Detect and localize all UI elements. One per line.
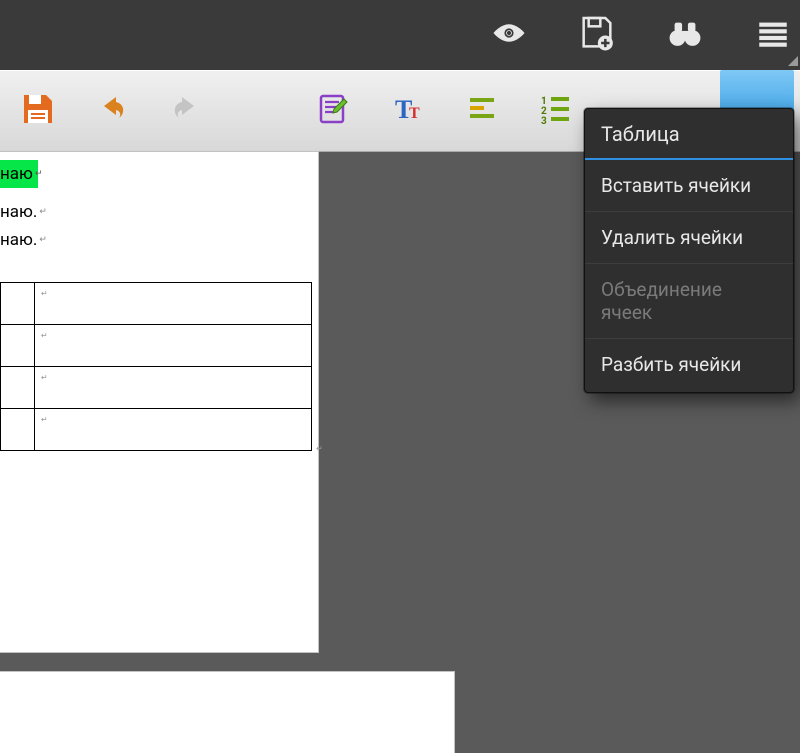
save-orange-icon (21, 92, 55, 130)
menu-item-merge-cells: Объединение ячеек (585, 264, 793, 339)
text-line[interactable]: наю.↵ (0, 202, 47, 222)
undo-button[interactable] (92, 91, 132, 131)
svg-text:3: 3 (541, 116, 547, 126)
save-button[interactable] (18, 91, 58, 131)
table-cell[interactable] (1, 409, 35, 451)
cell-marker-icon: ↵ (41, 415, 48, 424)
paragraph-marker-icon: ↵ (39, 235, 47, 245)
document-page-2[interactable] (0, 672, 454, 753)
menu-item-split-cells[interactable]: Разбить ячейки (585, 339, 793, 390)
menu-icon (753, 13, 793, 57)
save-as-button[interactable] (574, 12, 620, 58)
table-cell[interactable]: ↵ (34, 283, 311, 325)
dropdown-indicator-icon (788, 56, 798, 66)
format-text-button[interactable]: TT (388, 91, 428, 131)
paragraph-align-button[interactable] (462, 91, 502, 131)
paragraph-marker-icon: ↵ (316, 444, 323, 453)
find-button[interactable] (662, 12, 708, 58)
overflow-menu-button[interactable] (750, 12, 796, 58)
cell-marker-icon: ↵ (41, 373, 48, 382)
top-action-bar (0, 0, 800, 70)
text-fragment: наю (0, 164, 33, 184)
list-button[interactable]: 123 (536, 91, 576, 131)
table-row[interactable]: ↵ (1, 325, 312, 367)
svg-text:T: T (409, 105, 420, 122)
redo-icon (169, 92, 203, 130)
list-icon: 123 (539, 92, 573, 130)
menu-title: Таблица (585, 113, 793, 160)
table-cell[interactable] (1, 367, 35, 409)
binoculars-icon (665, 13, 705, 57)
paragraph-marker-icon: ↵ (35, 169, 43, 179)
table-cell[interactable]: ↵ (34, 325, 311, 367)
text-fragment: наю. (0, 230, 37, 250)
table-cell[interactable] (1, 283, 35, 325)
paragraph-marker-icon: ↵ (39, 207, 47, 217)
menu-item-insert-cells[interactable]: Вставить ячейки (585, 160, 793, 212)
preview-button[interactable] (486, 12, 532, 58)
document-table[interactable]: ↵ ↵ ↵ ↵ (0, 282, 312, 451)
table-row[interactable]: ↵ (1, 283, 312, 325)
table-cell[interactable] (1, 325, 35, 367)
table-cell[interactable]: ↵ (34, 409, 311, 451)
cell-marker-icon: ↵ (41, 289, 48, 298)
eye-icon (489, 13, 529, 57)
align-text-icon (465, 92, 499, 130)
save-plus-icon (577, 13, 617, 57)
cell-marker-icon: ↵ (41, 331, 48, 340)
format-text-icon: TT (391, 92, 425, 130)
text-line[interactable]: наю.↵ (0, 230, 47, 250)
highlighted-selection[interactable]: наю↵ (0, 160, 38, 188)
menu-item-delete-cells[interactable]: Удалить ячейки (585, 212, 793, 264)
edit-note-button[interactable] (314, 91, 354, 131)
undo-icon (95, 92, 129, 130)
table-context-menu: Таблица Вставить ячейки Удалить ячейки О… (584, 108, 794, 393)
active-toolbar-tab[interactable] (720, 70, 794, 112)
table-row[interactable]: ↵ (1, 367, 312, 409)
text-fragment: наю. (0, 202, 37, 222)
document-page-1[interactable]: наю↵ наю.↵ наю.↵ ↵ ↵ ↵ ↵ (0, 152, 318, 652)
table-cell[interactable]: ↵ (34, 367, 311, 409)
note-edit-icon (317, 92, 351, 130)
table-row[interactable]: ↵ (1, 409, 312, 451)
redo-button[interactable] (166, 91, 206, 131)
document-canvas[interactable]: наю↵ наю.↵ наю.↵ ↵ ↵ ↵ ↵ (0, 152, 456, 753)
